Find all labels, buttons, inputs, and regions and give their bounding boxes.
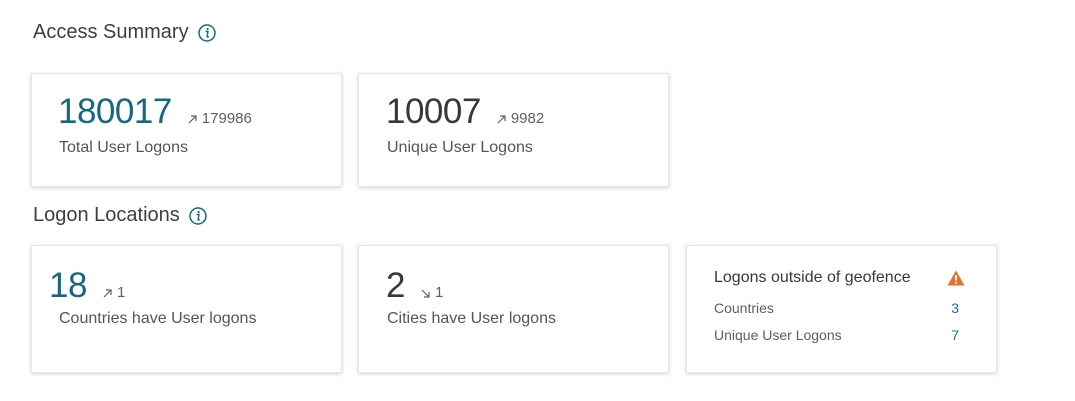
geofence-card[interactable]: Logons outside of geofence Countries 3 U… [686, 245, 997, 373]
unique-user-logons-value: 10007 [386, 92, 481, 131]
geofence-countries-value[interactable]: 3 [951, 300, 959, 316]
geofence-title: Logons outside of geofence [714, 269, 911, 286]
unique-user-logons-label: Unique User Logons [387, 139, 533, 156]
trend-value: 1 [116, 284, 126, 301]
geofence-row-countries: Countries 3 [714, 300, 959, 316]
access-summary-title: Access Summary [33, 21, 216, 44]
metric-row: 2 1 [386, 268, 443, 303]
arrow-up-right-icon [188, 115, 197, 124]
countries-card[interactable]: 18 1 Countries have User logons [31, 245, 342, 373]
logon-locations-title: Logon Locations [33, 204, 207, 227]
geofence-unique-user-logons-value[interactable]: 7 [951, 327, 959, 343]
trend-value: 9982 [510, 110, 545, 127]
cities-value: 2 [386, 266, 405, 305]
info-icon[interactable] [197, 23, 216, 42]
trend: 1 [421, 284, 443, 301]
access-summary-title-text: Access Summary [33, 21, 189, 43]
arrow-up-right-icon [497, 115, 506, 124]
cities-label: Cities have User logons [387, 310, 556, 327]
total-user-logons-label: Total User Logons [59, 139, 188, 156]
unique-user-logons-card[interactable]: 10007 9982 Unique User Logons [358, 73, 669, 187]
arrow-down-right-icon [421, 289, 430, 298]
geofence-row-unique-user-logons: Unique User Logons 7 [714, 327, 959, 343]
trend-value: 179986 [201, 110, 252, 127]
countries-value: 18 [49, 266, 87, 305]
logon-locations-title-text: Logon Locations [33, 204, 180, 226]
info-icon[interactable] [189, 206, 207, 225]
cities-card[interactable]: 2 1 Cities have User logons [358, 245, 669, 373]
metric-row: 10007 9982 [386, 94, 544, 129]
warning-triangle-icon [947, 270, 965, 286]
arrow-up-right-icon [103, 289, 112, 298]
geofence-row-label: Countries [714, 300, 774, 316]
geofence-row-label: Unique User Logons [714, 327, 842, 343]
total-user-logons-value: 180017 [58, 92, 172, 131]
trend: 9982 [497, 110, 544, 127]
metric-row: 180017 179986 [58, 94, 252, 129]
total-user-logons-card[interactable]: 180017 179986 Total User Logons [31, 73, 342, 187]
metric-row: 18 1 [49, 268, 125, 303]
trend: 1 [103, 284, 125, 301]
trend-value: 1 [434, 284, 444, 301]
trend: 179986 [188, 110, 252, 127]
countries-label: Countries have User logons [59, 310, 257, 327]
